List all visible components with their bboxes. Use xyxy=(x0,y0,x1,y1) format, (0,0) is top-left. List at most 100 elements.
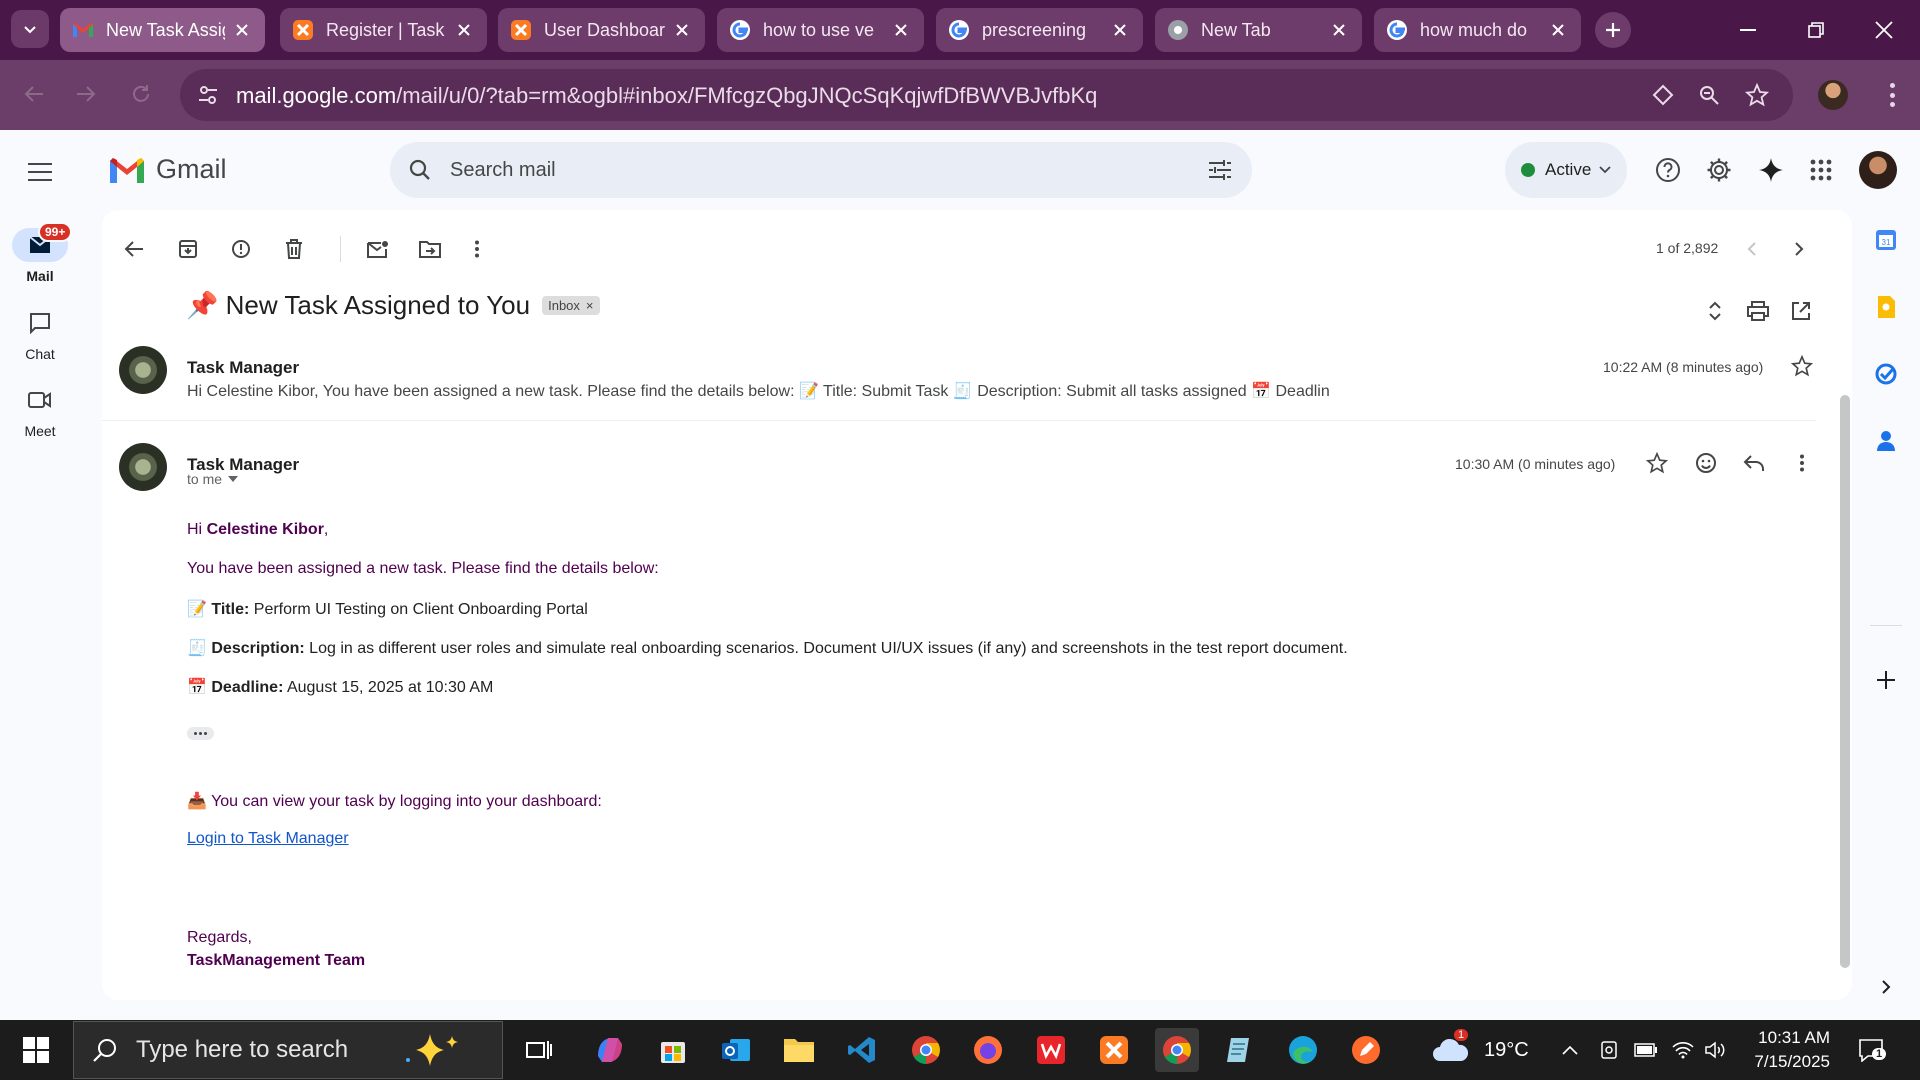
google-apps-button[interactable] xyxy=(1801,150,1841,190)
keep-app-button[interactable] xyxy=(1872,293,1900,321)
delete-button[interactable] xyxy=(277,232,311,266)
taskbar-search-box[interactable]: Type here to search xyxy=(73,1021,503,1079)
translate-icon[interactable] xyxy=(1649,81,1677,109)
main-menu-button[interactable] xyxy=(20,152,60,192)
contacts-app-button[interactable] xyxy=(1872,427,1900,455)
remove-label-icon[interactable]: × xyxy=(586,298,594,313)
close-icon[interactable] xyxy=(453,19,475,41)
tab-new-tab[interactable]: New Tab xyxy=(1155,8,1362,52)
login-task-manager-link[interactable]: Login to Task Manager xyxy=(187,830,349,848)
rail-chat[interactable]: Chat xyxy=(12,306,68,362)
rail-meet[interactable]: Meet xyxy=(12,383,68,439)
tab-register[interactable]: Register | Task Manager xyxy=(280,8,487,52)
label-chip-inbox[interactable]: Inbox × xyxy=(542,296,600,315)
start-button[interactable] xyxy=(0,1020,72,1080)
copilot-app[interactable] xyxy=(588,1028,632,1072)
gmail-logo[interactable]: Gmail xyxy=(108,154,227,185)
open-new-window-button[interactable] xyxy=(1784,294,1818,328)
tab-gmail[interactable]: New Task Assigned to You xyxy=(60,8,265,52)
wifi-icon[interactable] xyxy=(1672,1020,1694,1080)
address-bar[interactable]: mail.google.com/mail/u/0/?tab=rm&ogbl#in… xyxy=(180,69,1793,121)
task-view-button[interactable] xyxy=(517,1028,561,1072)
archive-button[interactable] xyxy=(171,232,205,266)
get-addons-button[interactable] xyxy=(1872,666,1900,694)
account-avatar[interactable] xyxy=(1859,151,1897,189)
search-input[interactable] xyxy=(438,152,1138,188)
message-scrollbar[interactable] xyxy=(1840,395,1850,968)
tab-search-button[interactable] xyxy=(11,10,49,48)
battery-icon[interactable] xyxy=(1634,1020,1658,1080)
support-button[interactable] xyxy=(1648,150,1688,190)
settings-button[interactable] xyxy=(1699,150,1739,190)
star-button[interactable] xyxy=(1640,446,1674,480)
older-button[interactable] xyxy=(1782,232,1816,266)
restore-button[interactable] xyxy=(1782,0,1850,60)
sender-avatar[interactable] xyxy=(119,346,167,394)
print-button[interactable] xyxy=(1741,294,1775,328)
close-icon[interactable] xyxy=(1328,19,1350,41)
status-active-button[interactable]: Active xyxy=(1505,142,1627,198)
star-button[interactable] xyxy=(1785,349,1819,383)
forward-button[interactable] xyxy=(66,74,106,114)
expand-all-button[interactable] xyxy=(1698,294,1732,328)
close-window-button[interactable] xyxy=(1850,0,1918,60)
calendar-app-button[interactable]: 31 xyxy=(1872,226,1900,254)
recipients-toggle[interactable]: to me xyxy=(187,471,239,487)
browser-profile-avatar[interactable] xyxy=(1818,80,1848,110)
reply-button[interactable] xyxy=(1737,446,1771,480)
rail-mail[interactable]: 99+ Mail xyxy=(12,222,73,284)
chrome-app-active[interactable] xyxy=(1155,1028,1199,1072)
sender-name[interactable]: Task Manager xyxy=(187,358,299,378)
weather-widget[interactable]: 1 19°C xyxy=(1430,1020,1529,1080)
mark-unread-button[interactable] xyxy=(361,232,395,266)
close-icon[interactable] xyxy=(890,19,912,41)
tab-google-search-2[interactable]: prescreening xyxy=(936,8,1143,52)
close-icon[interactable] xyxy=(671,19,693,41)
zoom-icon[interactable] xyxy=(1695,81,1723,109)
message-snippet[interactable]: Hi Celestine Kibor, You have been assign… xyxy=(187,381,1330,401)
editor-app[interactable] xyxy=(1344,1028,1388,1072)
wps-office-app[interactable] xyxy=(1029,1028,1073,1072)
back-button[interactable] xyxy=(14,74,54,114)
system-clock[interactable]: 10:31 AM 7/15/2025 xyxy=(1720,1026,1830,1074)
tab-google-search-3[interactable]: how much do xyxy=(1374,8,1581,52)
site-info-icon[interactable] xyxy=(194,81,222,109)
xampp-app[interactable] xyxy=(1092,1028,1136,1072)
tab-google-search-1[interactable]: how to use ve xyxy=(717,8,924,52)
reload-button[interactable] xyxy=(121,74,161,114)
file-explorer-app[interactable] xyxy=(777,1028,821,1072)
new-tab-button[interactable] xyxy=(1595,12,1631,48)
microsoft-store-app[interactable] xyxy=(651,1028,695,1072)
browser-menu-button[interactable] xyxy=(1880,80,1904,110)
newer-button[interactable] xyxy=(1735,232,1769,266)
outlook-app[interactable] xyxy=(714,1028,758,1072)
bookmark-star-icon[interactable] xyxy=(1743,81,1771,109)
gemini-button[interactable] xyxy=(1751,150,1791,190)
show-trimmed-content-button[interactable] xyxy=(187,727,214,740)
search-options-icon[interactable] xyxy=(1202,152,1238,188)
vscode-app[interactable] xyxy=(840,1028,884,1072)
hide-side-panel-button[interactable] xyxy=(1872,973,1900,1001)
message-more-button[interactable] xyxy=(1785,446,1819,480)
close-icon[interactable] xyxy=(231,19,253,41)
chrome-profile-app[interactable] xyxy=(904,1028,948,1072)
tasks-app-button[interactable] xyxy=(1872,360,1900,388)
move-to-button[interactable] xyxy=(413,232,447,266)
firefox-app[interactable] xyxy=(966,1028,1010,1072)
more-actions-button[interactable] xyxy=(460,232,494,266)
close-icon[interactable] xyxy=(1109,19,1131,41)
notification-center-button[interactable]: 1 xyxy=(1858,1020,1887,1080)
report-spam-button[interactable] xyxy=(224,232,258,266)
search-icon[interactable] xyxy=(402,152,438,188)
close-icon[interactable] xyxy=(1547,19,1569,41)
edge-app[interactable] xyxy=(1281,1028,1325,1072)
meet-now-icon[interactable] xyxy=(1599,1020,1619,1080)
rail-label: Mail xyxy=(26,268,54,284)
add-reaction-button[interactable] xyxy=(1689,446,1723,480)
sender-avatar[interactable] xyxy=(119,443,167,491)
show-hidden-icons-button[interactable] xyxy=(1562,1020,1578,1080)
tab-user-dashboard[interactable]: User Dashboard xyxy=(498,8,705,52)
notes-app[interactable] xyxy=(1218,1028,1262,1072)
back-to-inbox-button[interactable] xyxy=(117,232,151,266)
minimize-button[interactable] xyxy=(1714,0,1782,60)
